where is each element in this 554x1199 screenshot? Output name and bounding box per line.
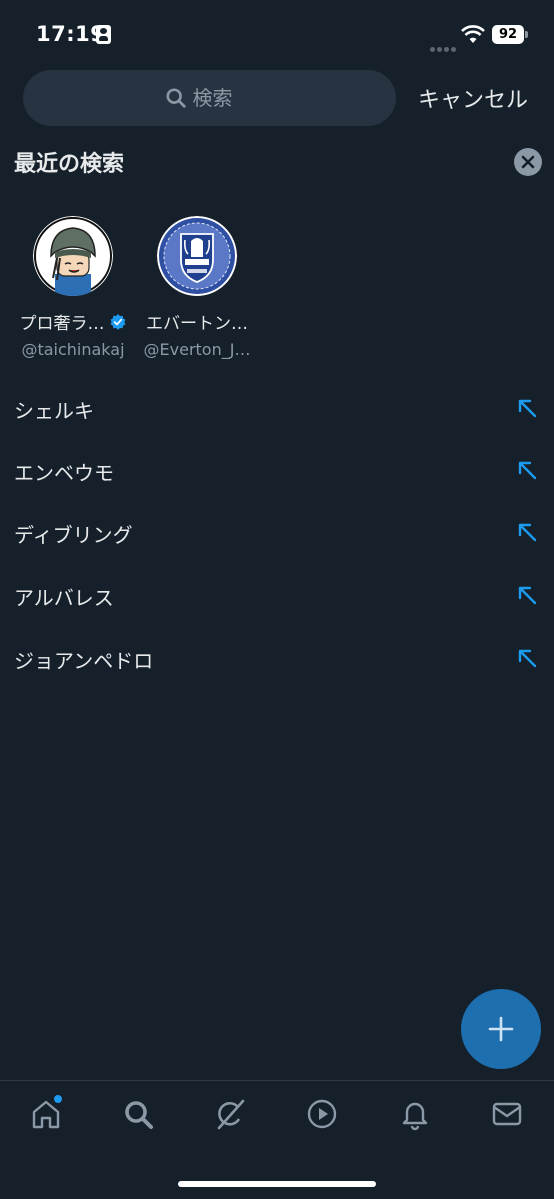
mail-icon [492,1102,522,1126]
recent-account-card[interactable]: プロ奢ラ… @taichinakaj [10,216,136,359]
recent-query-row[interactable]: ディブリング [0,501,554,563]
avatar [33,216,113,296]
account-handle: @taichinakaj [21,340,125,359]
home-indicator [178,1181,376,1187]
contact-card-icon [96,25,111,44]
wifi-icon [461,25,485,43]
account-name: エバートン… [146,314,248,334]
tab-search[interactable] [121,1097,155,1131]
recent-query-text: ジョアンペドロ [14,649,154,673]
search-screen: 17:19 92 キャンセル 最近の検索 [0,0,554,1199]
recent-query-text: シェルキ [14,399,94,423]
recent-query-text: アルバレス [14,586,114,610]
battery-level: 92 [492,25,524,44]
tab-video[interactable] [305,1097,339,1131]
arrow-up-left-icon[interactable] [516,647,538,669]
compose-button[interactable] [461,989,541,1069]
recent-account-card[interactable]: エバートン… @Everton_J… [134,216,260,359]
search-input[interactable] [192,86,255,110]
plus-icon [488,1016,514,1042]
status-bar: 17:19 92 [0,0,554,68]
recent-searches-title: 最近の検索 [14,152,125,177]
recent-query-text: エンベウモ [14,461,114,485]
search-bar[interactable] [23,70,396,126]
battery-tip [525,31,528,38]
arrow-up-left-icon[interactable] [516,459,538,481]
avatar [157,216,237,296]
video-icon [307,1099,337,1129]
tab-grok[interactable] [213,1097,247,1131]
bell-icon [402,1102,428,1131]
verified-badge-icon [110,313,125,330]
tab-notifications[interactable] [398,1097,432,1131]
tab-messages[interactable] [490,1097,524,1131]
clear-recent-button[interactable] [514,148,542,176]
recent-query-row[interactable]: ジョアンペドロ [0,627,554,689]
account-handle: @Everton_J… [143,340,251,359]
close-icon [521,155,535,169]
recent-query-text: ディブリング [14,523,133,547]
status-time: 17:19 [36,22,106,46]
arrow-up-left-icon[interactable] [516,584,538,606]
arrow-up-left-icon[interactable] [516,397,538,419]
cancel-button[interactable]: キャンセル [418,82,528,114]
unread-dot [54,1095,62,1103]
search-icon [125,1101,153,1129]
recent-query-row[interactable]: アルバレス [0,564,554,626]
account-name: プロ奢ラ… [19,314,105,334]
arrow-up-left-icon[interactable] [516,521,538,543]
recent-query-row[interactable]: シェルキ [0,377,554,439]
grok-icon [217,1099,245,1130]
cellular-signal-icon [430,37,458,56]
recent-query-row[interactable]: エンベウモ [0,439,554,501]
search-icon [165,88,186,108]
